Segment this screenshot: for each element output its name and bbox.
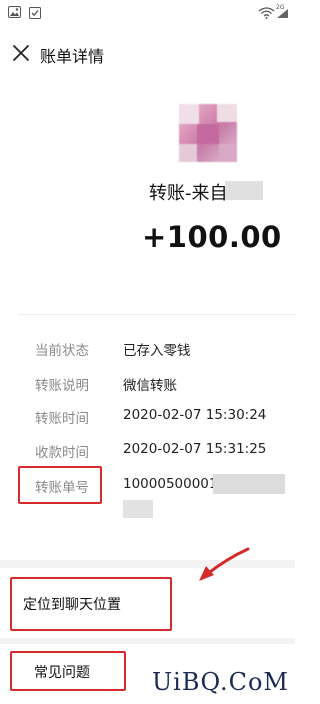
highlight-box-locate-chat bbox=[10, 577, 172, 631]
status-bar: 2G bbox=[0, 0, 295, 26]
detail-label-receive-time: 收款时间 bbox=[35, 445, 89, 461]
avatar[interactable] bbox=[179, 104, 237, 162]
watermark-text: UiBQ.CoM bbox=[151, 668, 289, 696]
close-icon[interactable] bbox=[10, 42, 32, 64]
detail-label-transfer-time: 转账时间 bbox=[35, 411, 89, 427]
detail-label-status: 当前状态 bbox=[35, 343, 89, 359]
transfer-id-redacted-2 bbox=[123, 500, 153, 518]
highlight-box-faq bbox=[10, 651, 126, 691]
transfer-title-text: 转账-来自 bbox=[149, 183, 228, 204]
detail-value-note: 微信转账 bbox=[123, 378, 177, 394]
detail-label-note: 转账说明 bbox=[35, 378, 89, 394]
signal-icon bbox=[277, 9, 288, 18]
detail-value-transfer-time: 2020-02-07 15:30:24 bbox=[123, 407, 267, 423]
checklist-icon bbox=[29, 7, 41, 19]
nav-bar: 账单详情 bbox=[0, 26, 295, 82]
detail-value-receive-time: 2020-02-07 15:31:25 bbox=[123, 441, 267, 457]
page-title: 账单详情 bbox=[40, 47, 105, 66]
amount: +100.00 bbox=[142, 220, 282, 254]
wifi-icon bbox=[258, 7, 275, 19]
sender-name-redacted bbox=[225, 181, 263, 200]
transfer-title: 转账-来自 bbox=[149, 179, 228, 205]
section-gap-2 bbox=[0, 638, 295, 644]
detail-value-transfer-id: 100005000012 bbox=[123, 476, 227, 492]
gallery-icon bbox=[8, 6, 21, 18]
arrow-annotation-icon bbox=[199, 547, 250, 581]
transfer-id-redacted bbox=[213, 474, 285, 494]
divider bbox=[18, 314, 295, 315]
highlight-box-transfer-id bbox=[18, 466, 102, 504]
detail-value-status: 已存入零钱 bbox=[123, 343, 191, 359]
